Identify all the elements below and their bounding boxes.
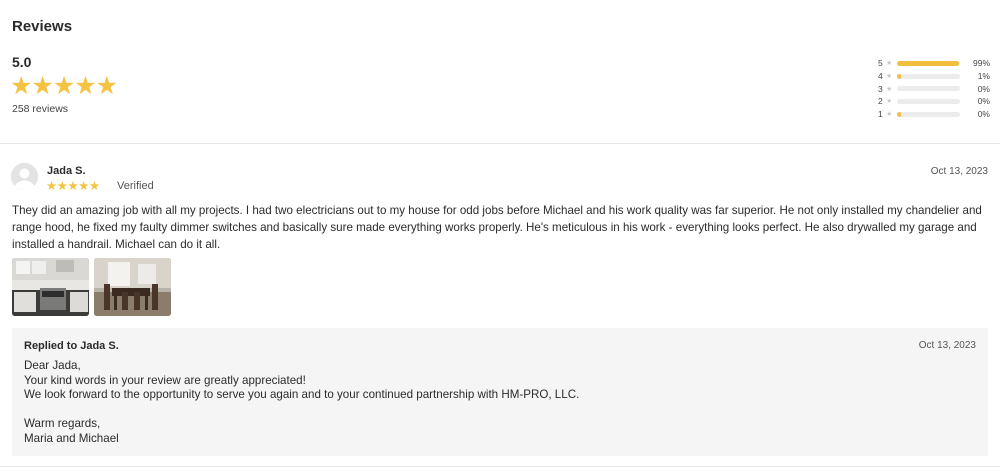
reply-line-blank [24, 403, 579, 418]
reply-line: Dear Jada, [24, 359, 81, 372]
histogram-row-1[interactable]: 1 ★ 0% [878, 108, 990, 121]
histogram-row-5[interactable]: 5 ★ 99% [878, 57, 990, 70]
review-star-rating-icon: ★★★★★ [46, 179, 100, 193]
star-icon: ★ [886, 73, 893, 81]
histogram-percent: 99% [972, 58, 990, 69]
histogram-bar-fill [897, 60, 960, 66]
reply-line: Warm regards, [24, 417, 101, 431]
star-icon: ★ [886, 85, 893, 93]
histogram-row-4[interactable]: 4 ★ 1% [878, 70, 990, 83]
histogram-star-label: 2 [878, 96, 883, 107]
histogram-star-label: 4 [878, 71, 883, 82]
histogram-percent: 0% [977, 109, 990, 120]
review-text: They did an amazing job with all my proj… [12, 204, 982, 251]
reply-line: Maria and Michael [24, 431, 119, 445]
histogram-percent: 0% [977, 96, 990, 107]
histogram-bar-fill [897, 73, 901, 79]
histogram-bar [897, 98, 960, 104]
rating-histogram: 5 ★ 99% 4 ★ 1% 3 ★ 0% 2 ★ 0% 1 ★ 0% [878, 57, 990, 120]
review-date: Oct 13, 2023 [930, 166, 988, 177]
reply-body: Dear Jada, Your kind words in your revie… [24, 359, 579, 447]
reviewer-name: Jada S. [47, 165, 86, 177]
reply-heading: Replied to Jada S. [24, 340, 119, 352]
reply-line: We look forward to the opportunity to se… [24, 388, 580, 402]
section-divider [0, 143, 1000, 144]
bottom-divider [0, 466, 1000, 467]
dining-room-photo-icon [94, 258, 171, 316]
histogram-star-label: 5 [878, 58, 883, 69]
user-avatar-icon [11, 163, 38, 190]
histogram-star-label: 3 [878, 83, 883, 94]
star-icon: ★ [886, 111, 893, 119]
histogram-row-3[interactable]: 3 ★ 0% [878, 82, 990, 95]
verified-badge: Verified [117, 180, 154, 192]
histogram-bar [897, 73, 960, 79]
average-rating: 5.0 [12, 54, 32, 70]
histogram-percent: 0% [977, 83, 990, 94]
reply-line: Your kind words in your review are great… [24, 373, 306, 387]
star-icon: ★ [886, 60, 893, 68]
review-count[interactable]: 258 reviews [12, 103, 68, 115]
histogram-row-2[interactable]: 2 ★ 0% [878, 95, 990, 108]
histogram-bar [897, 60, 960, 66]
avatar [11, 163, 38, 190]
reply-date: Oct 13, 2023 [918, 340, 976, 351]
histogram-bar [897, 86, 960, 92]
owner-reply: Replied to Jada S. Oct 13, 2023 Dear Jad… [12, 328, 988, 456]
review-photo-dining-room[interactable] [94, 258, 171, 316]
review-photo-kitchen[interactable] [12, 258, 89, 316]
average-star-rating-icon: ★★★★★ [10, 72, 118, 100]
histogram-bar-fill [897, 111, 901, 117]
reviews-title: Reviews [12, 18, 73, 35]
star-icon: ★ [886, 98, 893, 106]
histogram-bar [897, 111, 960, 117]
histogram-percent: 1% [977, 71, 990, 82]
kitchen-photo-icon [12, 258, 89, 316]
histogram-star-label: 1 [878, 109, 883, 120]
